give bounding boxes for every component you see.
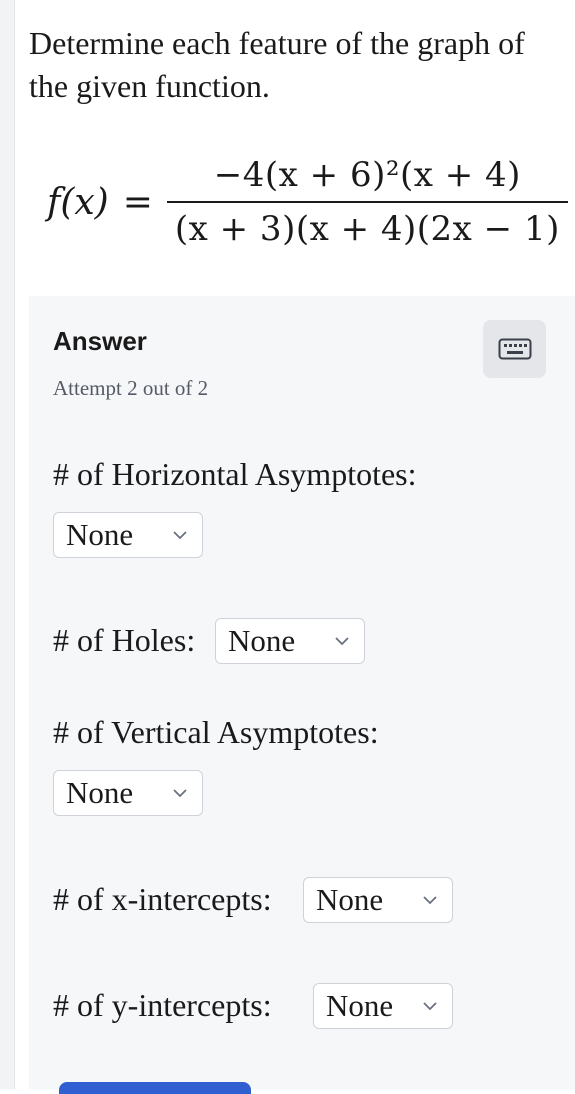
numerator: −4(x + 6)²(x + 4) xyxy=(213,155,521,195)
function-name: f(x) xyxy=(47,181,109,223)
attempt-counter: Attempt 2 out of 2 xyxy=(53,376,209,400)
answer-panel: Answer Attempt 2 out of 2 # of Horizonta… xyxy=(29,296,575,1094)
chevron-down-icon xyxy=(173,789,187,798)
holes-label: # of Holes: xyxy=(53,622,196,658)
vertical-asymptotes-label: # of Vertical Asymptotes: xyxy=(53,714,379,750)
vertical-asymptotes-select[interactable]: None xyxy=(53,770,203,816)
select-value: None xyxy=(66,517,134,552)
keyboard-button[interactable] xyxy=(483,320,546,378)
horizontal-asymptotes-select[interactable]: None xyxy=(53,512,203,558)
select-value: None xyxy=(228,623,296,658)
y-intercepts-label: # of y-intercepts: xyxy=(53,987,272,1023)
keyboard-icon xyxy=(498,338,531,360)
select-value: None xyxy=(66,775,134,810)
function-formula: f(x) = −4(x + 6)²(x + 4) (x + 3)(x + 4)(… xyxy=(47,152,568,252)
chevron-down-icon xyxy=(335,637,349,646)
answer-title: Answer xyxy=(53,326,147,356)
submit-button[interactable] xyxy=(59,1082,251,1094)
chevron-down-icon xyxy=(423,1002,437,1011)
chevron-down-icon xyxy=(173,531,187,540)
left-sidebar-edge xyxy=(0,0,15,1089)
x-intercepts-select[interactable]: None xyxy=(303,877,453,923)
y-intercepts-select[interactable]: None xyxy=(313,983,453,1029)
select-value: None xyxy=(316,882,384,917)
denominator: (x + 3)(x + 4)(2x − 1) xyxy=(174,209,560,249)
question-prompt: Determine each feature of the graph of t… xyxy=(29,25,525,104)
chevron-down-icon xyxy=(423,896,437,905)
select-value: None xyxy=(326,988,394,1023)
equals-sign: = xyxy=(122,181,153,223)
horizontal-asymptotes-label: # of Horizontal Asymptotes: xyxy=(53,456,417,492)
x-intercepts-label: # of x-intercepts: xyxy=(53,881,272,917)
holes-select[interactable]: None xyxy=(215,618,365,664)
fraction: −4(x + 6)²(x + 4) (x + 3)(x + 4)(2x − 1) xyxy=(166,155,568,249)
